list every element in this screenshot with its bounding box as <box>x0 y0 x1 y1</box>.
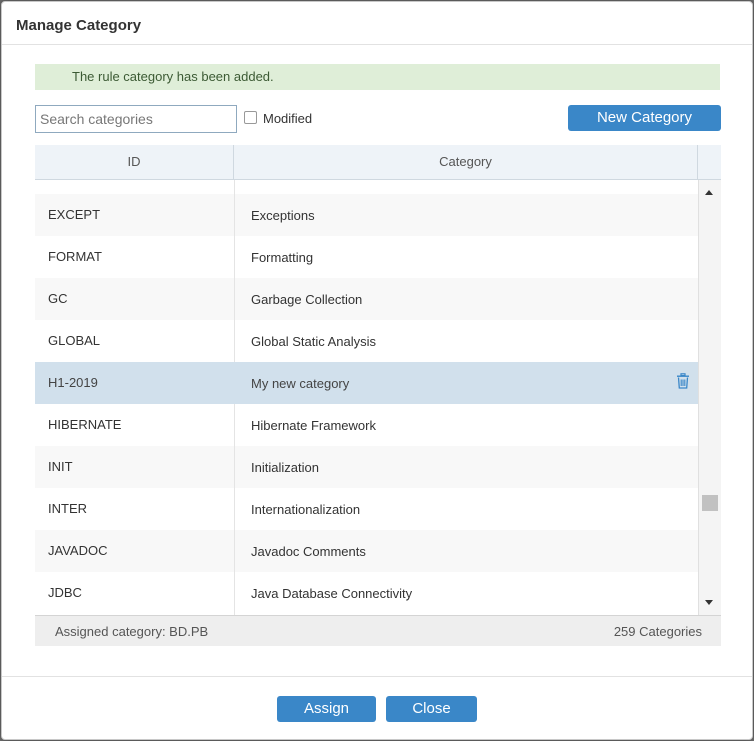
row-category: My new category <box>251 376 350 391</box>
table-row[interactable]: EXCEPT Exceptions <box>35 194 698 236</box>
grid-rows: EXCEPT Exceptions FORMAT Formatting GC G… <box>35 180 698 615</box>
table-row[interactable]: FORMAT Formatting <box>35 236 698 278</box>
grid-header: ID Category <box>35 145 721 180</box>
trash-icon[interactable] <box>676 373 690 389</box>
scroll-up-arrow-icon[interactable] <box>705 190 713 195</box>
column-divider <box>234 362 235 404</box>
modified-label: Modified <box>263 111 313 126</box>
column-divider <box>234 572 235 614</box>
column-header-id[interactable]: ID <box>35 145 234 180</box>
row-category: Formatting <box>251 250 314 265</box>
row-category: Initialization <box>251 460 319 475</box>
category-count: 259 Categories <box>613 624 702 639</box>
table-row[interactable]: GC Garbage Collection <box>35 278 698 320</box>
row-id: GC <box>48 291 68 306</box>
row-category: Java Database Connectivity <box>251 586 413 601</box>
column-divider <box>234 404 235 446</box>
dialog-title: Manage Category <box>16 17 142 34</box>
column-divider <box>234 320 235 362</box>
dialog-header: Manage Category <box>2 2 752 45</box>
new-category-button[interactable]: New Category <box>568 105 721 131</box>
column-divider <box>234 488 235 530</box>
manage-category-dialog: Manage Category The rule category has be… <box>1 1 753 740</box>
row-category: Exceptions <box>251 208 315 223</box>
assign-button[interactable]: Assign <box>277 696 376 722</box>
row-id: JDBC <box>48 585 82 600</box>
row-id: JAVADOC <box>48 543 108 558</box>
column-divider <box>234 236 235 278</box>
table-row-selected[interactable]: H1-2019 My new category <box>35 362 698 404</box>
column-header-category[interactable]: Category <box>234 145 698 180</box>
table-row[interactable]: INIT Initialization <box>35 446 698 488</box>
table-row[interactable]: INTER Internationalization <box>35 488 698 530</box>
table-row[interactable]: GLOBAL Global Static Analysis <box>35 320 698 362</box>
success-alert: The rule category has been added. <box>35 64 720 90</box>
assigned-category-text: Assigned category: BD.PB <box>55 624 209 639</box>
column-divider <box>234 194 235 236</box>
row-category: Hibernate Framework <box>251 418 376 433</box>
grid-footer: Assigned category: BD.PB 259 Categories <box>35 615 721 646</box>
dialog-footer-divider <box>2 676 752 677</box>
table-row[interactable]: JAVADOC Javadoc Comments <box>35 530 698 572</box>
row-id: FORMAT <box>48 249 102 264</box>
modified-checkbox[interactable] <box>244 111 257 124</box>
column-divider <box>234 530 235 572</box>
close-button[interactable]: Close <box>386 696 477 722</box>
row-id: EXCEPT <box>48 207 101 222</box>
scroll-thumb[interactable] <box>702 495 718 511</box>
row-id: INTER <box>48 501 87 516</box>
row-category: Garbage Collection <box>251 292 363 307</box>
column-divider <box>234 446 235 488</box>
row-id: GLOBAL <box>48 333 101 348</box>
table-row[interactable]: HIBERNATE Hibernate Framework <box>35 404 698 446</box>
row-id: H1-2019 <box>48 375 98 390</box>
row-category: Internationalization <box>251 502 361 517</box>
grid-scrollbar[interactable] <box>698 180 721 615</box>
column-divider <box>234 278 235 320</box>
row-id: HIBERNATE <box>48 417 122 432</box>
row-id: INIT <box>48 459 73 474</box>
table-row[interactable]: JDBC Java Database Connectivity <box>35 572 698 614</box>
row-category: Javadoc Comments <box>251 544 366 559</box>
scroll-down-arrow-icon[interactable] <box>705 600 713 605</box>
search-input[interactable] <box>35 105 237 133</box>
row-category: Global Static Analysis <box>251 334 377 349</box>
category-grid: ID Category EXCEPT Exceptions FORMAT For… <box>35 145 721 646</box>
